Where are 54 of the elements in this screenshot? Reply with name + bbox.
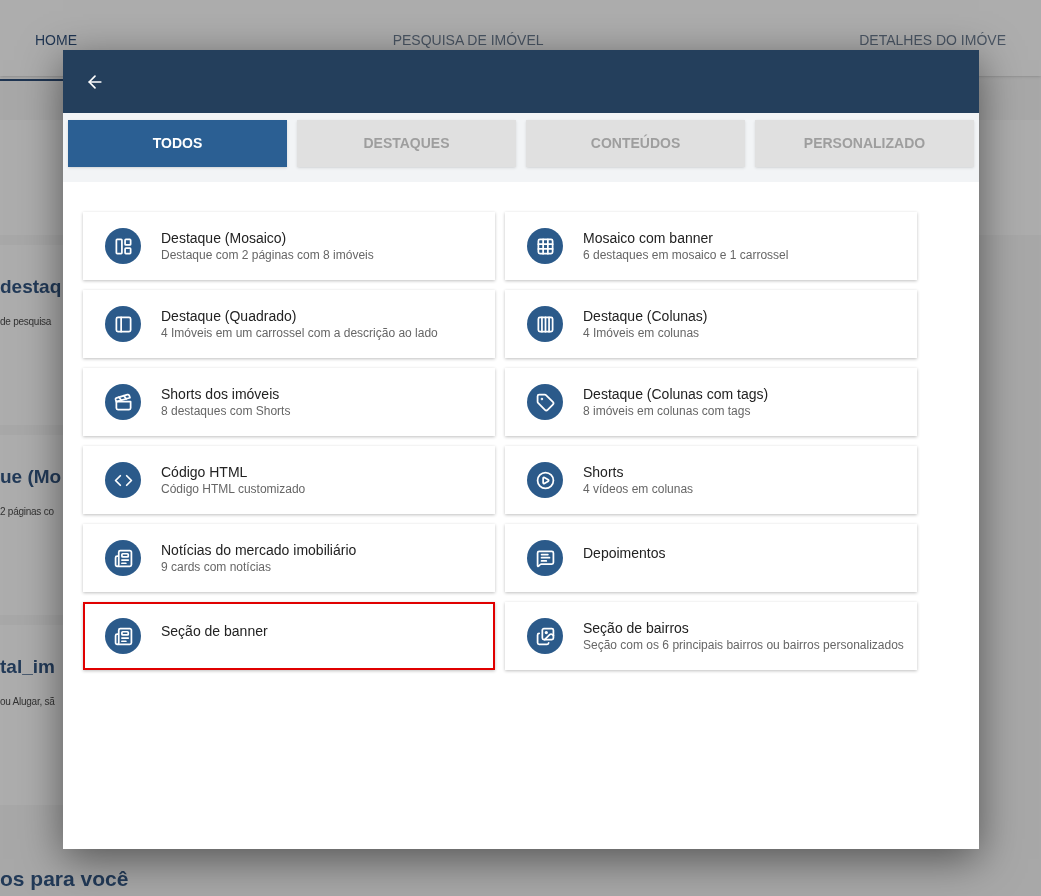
option-title: Destaque (Mosaico) — [161, 229, 288, 247]
option-description: 8 imóveis em colunas com tags — [583, 403, 752, 419]
section-option[interactable]: Depoimentos — [505, 524, 917, 592]
option-title: Shorts dos imóveis — [161, 385, 281, 403]
layout-icon — [105, 228, 141, 264]
option-description: 4 Imóveis em colunas — [583, 325, 701, 341]
panel-icon — [105, 306, 141, 342]
grid-icon — [527, 228, 563, 264]
dialog-tab[interactable]: TODOS — [68, 120, 287, 167]
option-description: 8 destaques com Shorts — [161, 403, 291, 419]
option-title: Notícias do mercado imobiliário — [161, 541, 357, 559]
section-option[interactable]: Seção de banner — [83, 602, 495, 670]
section-option[interactable]: Destaque (Quadrado) 4 Imóveis em um carrossel com a descrição ao lado — [83, 290, 495, 358]
play-icon — [527, 462, 563, 498]
code-icon — [105, 462, 141, 498]
option-title: Depoimentos — [583, 544, 666, 562]
section-option[interactable]: Shorts dos imóveis 8 destaques com Shorts — [83, 368, 495, 436]
section-option[interactable]: Destaque (Mosaico) Destaque com 2 páginas com 8 imóveis — [83, 212, 495, 280]
section-option[interactable]: Notícias do mercado imobiliário 9 cards com notícias — [83, 524, 495, 592]
video-icon — [105, 384, 141, 420]
section-option[interactable]: Destaque (Colunas com tags) 8 imóveis em colunas com tags — [505, 368, 917, 436]
section-heading: os para você — [0, 866, 129, 890]
option-title: Destaque (Quadrado) — [161, 307, 298, 325]
tag-icon — [527, 384, 563, 420]
option-title: Seção de bairros — [583, 619, 690, 637]
card-title: tal_im — [0, 655, 55, 679]
option-description: 4 vídeos em colunas — [583, 481, 694, 497]
card-text: de pesquisa — [0, 314, 52, 329]
option-title: Destaque (Colunas com tags) — [583, 385, 769, 403]
option-title: Destaque (Colunas) — [583, 307, 708, 325]
option-description: Código HTML customizado — [161, 481, 306, 497]
section-option[interactable]: Código HTML Código HTML customizado — [83, 446, 495, 514]
banner-icon — [105, 618, 141, 654]
section-option[interactable]: Shorts 4 vídeos em colunas — [505, 446, 917, 514]
card-title: destaq — [0, 275, 62, 299]
option-title: Código HTML — [161, 463, 249, 481]
card-text: 2 páginas co — [0, 504, 54, 519]
gallery-icon — [527, 618, 563, 654]
option-title: Mosaico com banner — [583, 229, 714, 247]
message-icon — [527, 540, 563, 576]
card-title: ue (Mo — [0, 465, 62, 489]
section-option[interactable]: Mosaico com banner 6 destaques em mosaico e 1 carrossel — [505, 212, 917, 280]
newspaper-icon — [105, 540, 141, 576]
option-title: Shorts — [583, 463, 625, 481]
card-text: ou Alugar, sã — [0, 694, 55, 709]
option-description: 4 Imóveis em um carrossel com a descrição ao lado — [161, 325, 438, 341]
option-description: 9 cards com notícias — [161, 559, 273, 575]
section-option[interactable]: Seção de bairros Seção com os 6 principais bairros ou bairros personalizados — [505, 602, 917, 670]
option-title: Seção de banner — [161, 622, 268, 640]
option-description: Destaque com 2 páginas com 8 imóveis — [161, 247, 374, 263]
section-option[interactable]: Destaque (Colunas) 4 Imóveis em colunas — [505, 290, 917, 358]
columns-icon — [527, 306, 563, 342]
option-description: Seção com os 6 principais bairros ou bairros personalizados — [583, 637, 904, 653]
option-description: 6 destaques em mosaico e 1 carrossel — [583, 247, 789, 263]
